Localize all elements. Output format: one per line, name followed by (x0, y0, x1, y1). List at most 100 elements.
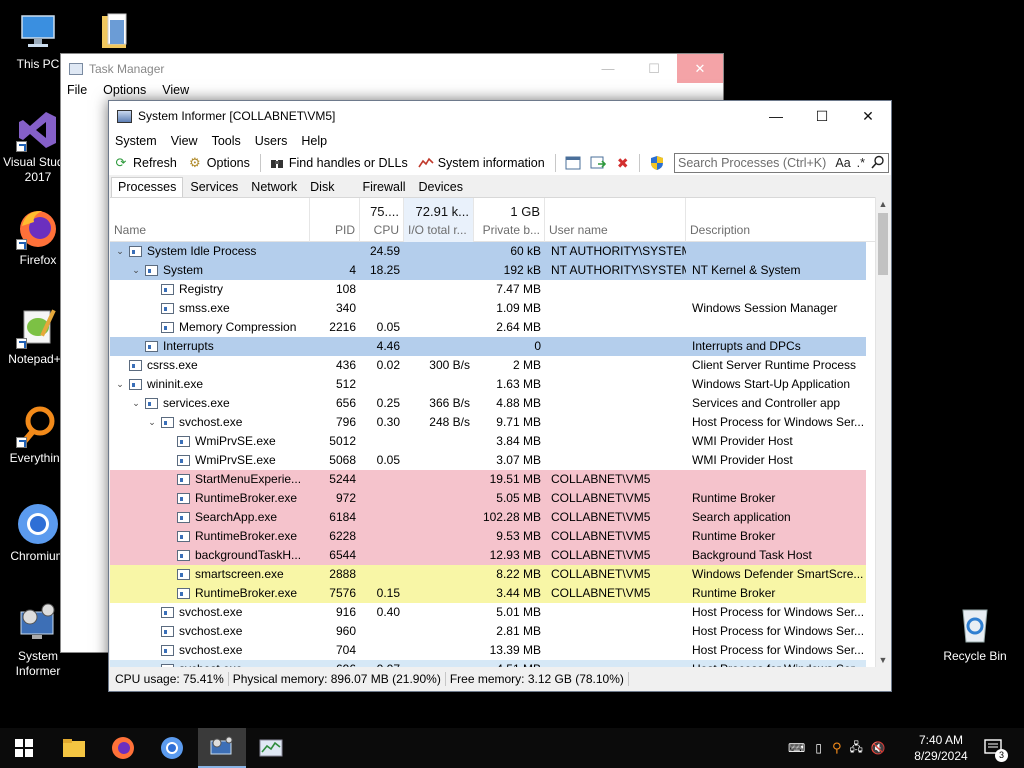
tab-disk[interactable]: Disk (304, 178, 340, 197)
column-user-name[interactable]: User name (545, 198, 686, 242)
process-row[interactable]: backgroundTaskH... 6544 12.93 MB COLLABNET\… (110, 546, 866, 565)
process-row[interactable]: RuntimeBroker.exe 7576 0.15 3.44 MB COLLABNE… (110, 584, 866, 603)
process-row[interactable]: Memory Compression 2216 0.05 2.64 MB (110, 318, 866, 337)
taskbar-firefox[interactable] (99, 728, 147, 768)
tab-firewall[interactable]: Firewall (356, 178, 411, 197)
search-input[interactable]: Search Processes (Ctrl+K) Aa .* (674, 153, 889, 173)
task-manager-menu-view[interactable]: View (162, 83, 189, 101)
process-row[interactable]: svchost.exe 916 0.40 5.01 MB Host Process fo… (110, 603, 866, 622)
menu-system[interactable]: System (115, 134, 157, 148)
process-row[interactable]: smartscreen.exe 2888 8.22 MB COLLABNET\VM5 W… (110, 565, 866, 584)
process-row[interactable]: ⌄ wininit.exe 512 1.63 MB Windows Start-Up A… (110, 375, 866, 394)
network-icon[interactable]: 🖧 (849, 738, 862, 759)
task-manager-menu-bar: File Options View (61, 83, 723, 101)
column-pid[interactable]: PID (310, 198, 360, 242)
tab-devices[interactable]: Devices (413, 178, 469, 197)
firefox-icon (16, 206, 60, 250)
column-io-total[interactable]: 72.91 k... I/O total r... (404, 198, 474, 242)
expand-chevron-icon[interactable]: ⌄ (146, 413, 158, 432)
process-row[interactable]: RuntimeBroker.exe 972 5.05 MB COLLABNET\VM5… (110, 489, 866, 508)
task-manager-icon (259, 739, 283, 757)
find-handles-button[interactable]: Find handles or DLLs (269, 155, 408, 171)
window-title-bar[interactable]: System Informer [COLLABNET\VM5] — ☐ ✕ (109, 101, 891, 131)
process-row[interactable]: WmiPrvSE.exe 5068 0.05 3.07 MB WMI Provider … (110, 451, 866, 470)
minimize-button[interactable]: — (753, 101, 799, 131)
process-pid-cell: 916 (335, 605, 356, 619)
process-row[interactable]: Registry 108 7.47 MB (110, 280, 866, 299)
menu-view[interactable]: View (171, 134, 198, 148)
scroll-up-icon[interactable]: ▲ (876, 197, 890, 211)
terminate-icon[interactable]: ✖ (614, 154, 632, 172)
process-row[interactable]: csrss.exe 436 0.02 300 B/s 2 MB Client Server… (110, 356, 866, 375)
process-row[interactable]: RuntimeBroker.exe 6228 9.53 MB COLLABNET\VM… (110, 527, 866, 546)
regex-toggle[interactable]: .* (854, 156, 868, 170)
process-pid-cell: 340 (335, 301, 356, 315)
keyboard-icon[interactable]: ⌨ (788, 741, 805, 755)
process-row[interactable]: svchost.exe 696 0.07 4.51 MB Host Process fo… (110, 660, 866, 667)
process-row[interactable]: svchost.exe 704 13.39 MB Host Process for W… (110, 641, 866, 660)
column-private-bytes[interactable]: 1 GB Private b... (474, 198, 545, 242)
system-information-button[interactable]: System information (418, 155, 545, 171)
start-button[interactable] (0, 728, 48, 768)
taskbar-file-explorer[interactable] (50, 728, 98, 768)
task-manager-menu-file[interactable]: File (67, 83, 87, 101)
task-manager-minimize-button[interactable]: — (585, 54, 631, 83)
process-row[interactable]: smss.exe 340 1.09 MB Windows Session Manage… (110, 299, 866, 318)
process-rows: ⌄ System Idle Process 24.59 60 kB NT AUTHORI… (110, 242, 878, 667)
notification-center-button[interactable]: 3 (972, 728, 1016, 768)
process-pid-cell: 4 (349, 263, 356, 277)
window-arrow-icon[interactable] (589, 154, 607, 172)
shield-icon[interactable] (648, 154, 666, 172)
taskbar-system-informer[interactable] (198, 728, 246, 768)
task-manager-menu-options[interactable]: Options (103, 83, 146, 101)
battery-icon[interactable]: ▯ (815, 741, 822, 755)
expand-chevron-icon[interactable]: ⌄ (130, 261, 142, 280)
refresh-button[interactable]: ⟳ Refresh (113, 155, 177, 171)
desktop-icon-folder[interactable] (78, 10, 154, 57)
tab-services[interactable]: Services (184, 178, 244, 197)
process-row[interactable]: ⌄ services.exe 656 0.25 366 B/s 4.88 MB Servic… (110, 394, 866, 413)
scroll-down-icon[interactable]: ▼ (876, 653, 890, 667)
menu-help[interactable]: Help (301, 134, 327, 148)
maximize-button[interactable]: ☐ (799, 101, 845, 131)
taskbar-clock[interactable]: 7:40 AM 8/29/2024 (906, 732, 976, 764)
task-manager-close-button[interactable]: ✕ (677, 54, 723, 83)
expand-chevron-icon[interactable]: ⌄ (130, 394, 142, 413)
column-name[interactable]: Name (110, 198, 310, 242)
process-tree[interactable]: Name PID 75.... CPU 72.91 k... I/O total… (110, 197, 878, 667)
column-cpu[interactable]: 75.... CPU (360, 198, 404, 242)
column-description[interactable]: Description (686, 198, 866, 242)
close-button[interactable]: ✕ (845, 101, 891, 131)
menu-users[interactable]: Users (255, 134, 288, 148)
expand-chevron-icon[interactable]: ⌄ (114, 242, 126, 261)
taskbar-chromium[interactable] (148, 728, 196, 768)
process-row[interactable]: ⌄ System Idle Process 24.59 60 kB NT AUTHORI… (110, 242, 866, 261)
match-case-toggle[interactable]: Aa (832, 156, 853, 170)
process-row[interactable]: ⌄ svchost.exe 796 0.30 248 B/s 9.71 MB Host Pr… (110, 413, 866, 432)
search-icon[interactable] (868, 155, 888, 172)
volume-muted-icon[interactable]: 🔇 (871, 741, 886, 755)
process-row[interactable]: ⌄ System 4 18.25 192 kB NT AUTHORITY\SYSTEM NT… (110, 261, 866, 280)
process-row[interactable]: Interrupts 4.46 0 Interrupts and DPCs (110, 337, 866, 356)
process-row[interactable]: SearchApp.exe 6184 102.28 MB COLLABNET\VM5 S… (110, 508, 866, 527)
process-name: StartMenuExperie... (195, 472, 302, 486)
search-tool-icon[interactable]: ⚲ (832, 740, 842, 756)
taskbar-task-manager[interactable] (247, 728, 295, 768)
options-button[interactable]: ⚙ Options (187, 155, 250, 171)
process-pid-cell: 6184 (329, 510, 356, 524)
tab-network[interactable]: Network (245, 178, 303, 197)
process-name-cell: ⌄ System Idle Process (114, 242, 310, 261)
desktop-icon-recycle-bin[interactable]: Recycle Bin (937, 602, 1013, 664)
system-informer-window[interactable]: System Informer [COLLABNET\VM5] — ☐ ✕ Sy… (108, 100, 892, 692)
menu-tools[interactable]: Tools (212, 134, 241, 148)
scrollbar-thumb[interactable] (878, 213, 888, 275)
process-user-cell: NT AUTHORITY\SYSTEM (551, 244, 686, 258)
window-icon[interactable] (564, 154, 582, 172)
task-manager-maximize-button[interactable]: ☐ (631, 54, 677, 83)
tab-processes[interactable]: Processes (111, 177, 184, 197)
process-row[interactable]: StartMenuExperie... 5244 19.51 MB COLLABNET… (110, 470, 866, 489)
process-row[interactable]: svchost.exe 960 2.81 MB Host Process for Wi… (110, 622, 866, 641)
process-row[interactable]: WmiPrvSE.exe 5012 3.84 MB WMI Provider Host (110, 432, 866, 451)
expand-chevron-icon[interactable]: ⌄ (114, 375, 126, 394)
vertical-scrollbar[interactable]: ▲ ▼ (875, 197, 890, 667)
